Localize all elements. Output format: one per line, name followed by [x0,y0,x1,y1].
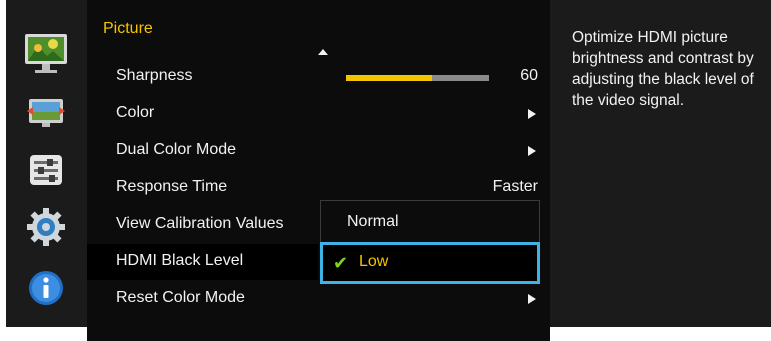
option-label: Low [359,253,389,270]
option-label: Normal [347,213,399,230]
help-text: Optimize HDMI picture brightness and con… [572,29,754,109]
menu-item-hdmi-black-level[interactable]: HDMI Black Level [87,244,318,280]
sharpness-slider-fill [346,75,432,81]
menu-item-label: View Calibration Values [116,215,284,232]
screen-adjust-icon[interactable] [22,93,70,133]
option-normal[interactable]: Normal [321,203,541,243]
menu-item-label: HDMI Black Level [116,252,244,269]
menu-item-label: Sharpness [116,67,193,84]
menu-item-label: Color [116,104,155,121]
checkmark-icon: ✔ [333,253,349,273]
menu-item-color[interactable]: Color [87,96,550,132]
hdmi-black-level-popup: Normal ✔ Low [320,200,540,284]
menu-title: Picture [103,20,153,37]
sidebar [6,0,86,327]
submenu-arrow-icon [528,146,536,156]
scroll-up-icon[interactable] [318,49,328,55]
menu-item-label: Response Time [116,178,228,195]
picture-monitor-icon[interactable] [22,30,70,78]
submenu-arrow-icon [528,294,536,304]
menu-item-label: Dual Color Mode [116,141,237,158]
info-icon[interactable] [22,268,70,308]
menu-item-reset-color-mode[interactable]: Reset Color Mode [87,281,550,317]
settings-sliders-icon[interactable] [22,150,70,190]
sharpness-value: 60 [520,67,538,84]
gear-icon[interactable] [22,205,70,249]
menu-item-label: Reset Color Mode [116,289,245,306]
menu-item-dual-color-mode[interactable]: Dual Color Mode [87,133,550,169]
picture-menu: Picture Sharpness 60 Color Dual Color Mo… [87,0,550,341]
submenu-arrow-icon [528,109,536,119]
menu-item-sharpness[interactable]: Sharpness 60 [87,59,550,95]
response-time-value: Faster [492,178,538,195]
option-low[interactable]: ✔ Low [320,242,540,284]
sharpness-slider[interactable] [346,75,489,81]
help-panel: Optimize HDMI picture brightness and con… [550,0,771,327]
